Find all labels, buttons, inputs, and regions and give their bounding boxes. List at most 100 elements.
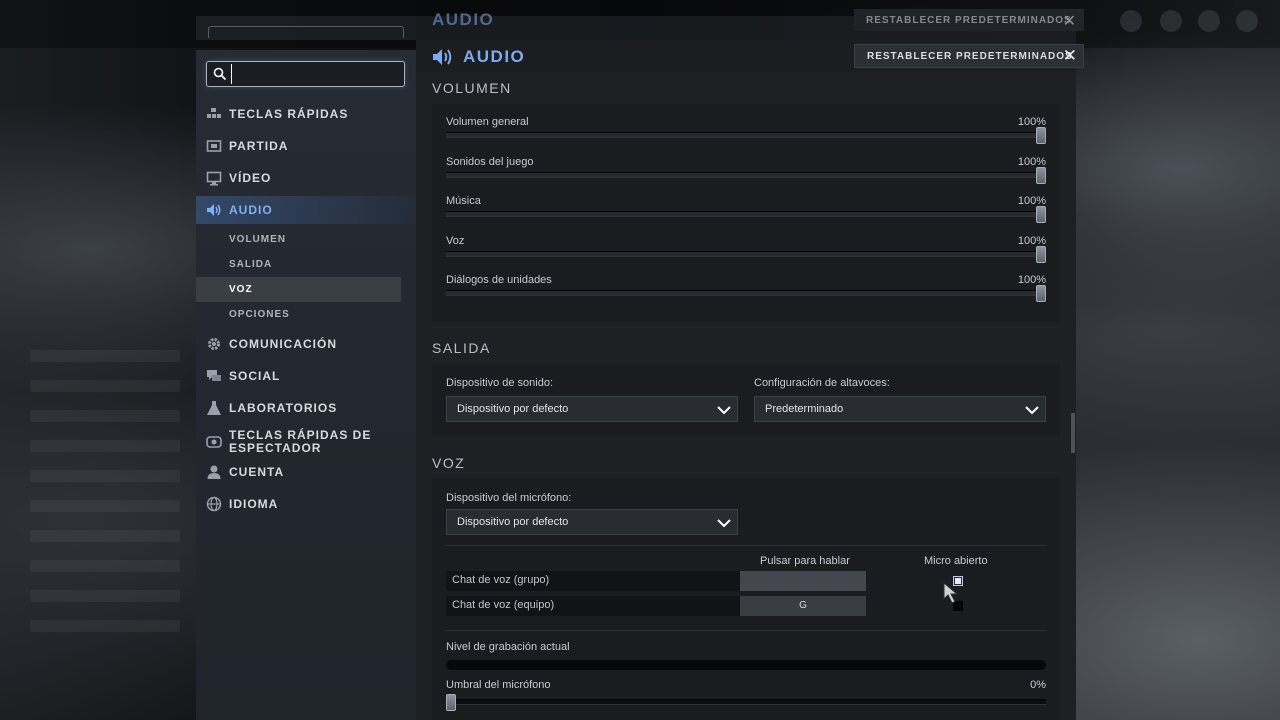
slider-thumb[interactable] bbox=[1036, 285, 1046, 302]
search-icon bbox=[213, 67, 227, 81]
user-icon bbox=[207, 465, 221, 479]
background-hero-icon bbox=[1236, 10, 1258, 32]
volume-slider[interactable] bbox=[446, 245, 1046, 263]
gear-icon bbox=[208, 338, 220, 350]
sidebar-item-spectator-hotkeys[interactable]: TECLAS RÁPIDAS DE ESPECTADOR bbox=[196, 426, 416, 458]
volume-slider[interactable] bbox=[446, 127, 1046, 144]
sidebar-item-hotkeys[interactable]: TECLAS RÁPIDAS bbox=[196, 100, 416, 128]
mic-device-dropdown[interactable]: Dispositivo por defecto bbox=[446, 509, 738, 535]
speaker-icon bbox=[207, 204, 221, 216]
background-hero-icon bbox=[1160, 10, 1182, 32]
background-list-row bbox=[30, 470, 180, 482]
background-list-row bbox=[30, 350, 180, 362]
search-input[interactable] bbox=[231, 64, 399, 84]
sound-device-value: Dispositivo por defecto bbox=[457, 403, 569, 415]
sidebar-subitem-label: VOZ bbox=[229, 284, 253, 295]
flask-icon bbox=[207, 401, 221, 415]
sidebar-subitem-label: VOLUMEN bbox=[229, 234, 286, 245]
section-title-voice: VOZ bbox=[432, 455, 466, 471]
chevron-down-icon bbox=[1025, 406, 1039, 415]
background-list-row bbox=[30, 530, 180, 542]
mouse-cursor-icon bbox=[943, 582, 959, 604]
slider-fill bbox=[446, 133, 1046, 137]
globe-icon bbox=[206, 496, 222, 512]
background-hero-icon bbox=[1198, 10, 1220, 32]
voice-chat-team-label: Chat de voz (equipo) bbox=[452, 599, 555, 611]
voice-chat-team-row: Chat de voz (equipo) bbox=[446, 596, 740, 616]
mic-threshold-slider[interactable] bbox=[446, 694, 1046, 711]
speaker-config-label: Configuración de altavoces: bbox=[754, 377, 890, 389]
ghost-search bbox=[208, 26, 404, 38]
divider bbox=[446, 630, 1046, 631]
settings-sidebar: TECLAS RÁPIDAS PARTIDA VÍDEO AUDIO VOLUM… bbox=[196, 50, 416, 720]
slider-fill bbox=[446, 172, 1046, 177]
volume-slider[interactable] bbox=[446, 206, 1046, 223]
volume-slider-label: Volumen general bbox=[446, 116, 529, 128]
close-icon[interactable]: ✕ bbox=[1063, 46, 1077, 66]
slider-thumb[interactable] bbox=[1036, 166, 1046, 184]
sidebar-item-label: LABORATORIOS bbox=[229, 400, 338, 415]
sidebar-subitem-volume[interactable]: VOLUMEN bbox=[196, 227, 401, 252]
voice-chat-party-row: Chat de voz (grupo) bbox=[446, 571, 740, 591]
sidebar-subitem-output[interactable]: SALIDA bbox=[196, 252, 401, 277]
reset-defaults-button[interactable]: RESTABLECER PREDETERMINADOS ✕ bbox=[854, 44, 1084, 68]
speaker-config-value: Predeterminado bbox=[765, 403, 844, 415]
sidebar-item-video[interactable]: VÍDEO bbox=[196, 164, 416, 192]
ghost-header: AUDIO RESTABLECER PREDETERMINADOS ✕ bbox=[196, 0, 1084, 40]
volume-slider-label: Sonidos del juego bbox=[446, 155, 534, 168]
ghost-reset: RESTABLECER PREDETERMINADOS ✕ bbox=[854, 9, 1084, 31]
section-title-volume: VOLUMEN bbox=[432, 80, 512, 96]
background-list-row bbox=[30, 410, 180, 422]
sidebar-item-labs[interactable]: LABORATORIOS bbox=[196, 394, 416, 422]
volume-slider-label: Voz bbox=[446, 234, 465, 247]
sidebar-item-communication[interactable]: COMUNICACIÓN bbox=[196, 330, 416, 358]
sidebar-item-social[interactable]: SOCIAL bbox=[196, 362, 416, 390]
background-list-row bbox=[30, 560, 180, 572]
sidebar-item-label: COMUNICACIÓN bbox=[229, 336, 337, 351]
hotkeys-icon bbox=[207, 108, 221, 118]
sidebar-item-audio[interactable]: AUDIO bbox=[196, 196, 416, 224]
sidebar-item-label: CUENTA bbox=[229, 464, 285, 479]
background-list-row bbox=[30, 500, 180, 512]
sound-device-dropdown[interactable]: Dispositivo por defecto bbox=[446, 396, 738, 422]
sidebar-subitem-options[interactable]: OPCIONES bbox=[196, 302, 401, 327]
voice-chat-party-label: Chat de voz (grupo) bbox=[452, 574, 550, 586]
sidebar-item-label: VÍDEO bbox=[229, 170, 272, 185]
sidebar-subitem-voice[interactable]: VOZ bbox=[196, 277, 401, 302]
volume-section: Volumen general 100% Sonidos del juego 100%… bbox=[432, 104, 1060, 322]
volume-slider[interactable] bbox=[446, 166, 1046, 184]
game-icon bbox=[206, 140, 222, 152]
record-level-label: Nivel de grabación actual bbox=[446, 641, 570, 653]
slider-fill bbox=[446, 291, 1046, 295]
slider-thumb[interactable] bbox=[1036, 206, 1046, 223]
sidebar-item-language[interactable]: IDIOMA bbox=[196, 490, 416, 518]
sidebar-item-account[interactable]: CUENTA bbox=[196, 458, 416, 486]
background-list-row bbox=[30, 590, 180, 602]
sidebar-item-label: TECLAS RÁPIDAS bbox=[229, 106, 349, 121]
search-box[interactable] bbox=[206, 61, 405, 87]
audio-settings-panel: AUDIO RESTABLECER PREDETERMINADOS ✕ VOLU… bbox=[416, 40, 1084, 720]
slider-thumb[interactable] bbox=[1036, 245, 1046, 263]
mic-device-value: Dispositivo por defecto bbox=[457, 516, 569, 528]
volume-slider[interactable] bbox=[446, 285, 1046, 302]
background-list-row bbox=[30, 620, 180, 632]
open-mic-header: Micro abierto bbox=[924, 555, 988, 567]
speaker-config-dropdown[interactable]: Predeterminado bbox=[754, 396, 1046, 422]
volume-slider-label: Música bbox=[446, 195, 481, 207]
sidebar-item-game[interactable]: PARTIDA bbox=[196, 132, 416, 160]
background-list-row bbox=[30, 440, 180, 452]
record-level-meter bbox=[446, 660, 1046, 670]
voice-chat-team-key[interactable]: G bbox=[740, 596, 866, 616]
mic-threshold-value: 0% bbox=[1030, 679, 1046, 691]
panel-scrollbar[interactable] bbox=[1071, 413, 1075, 453]
background-list-row bbox=[30, 380, 180, 392]
volume-slider-label: Diálogos de unidades bbox=[446, 274, 552, 286]
divider bbox=[446, 545, 1046, 546]
speaker-icon bbox=[433, 49, 452, 65]
voice-section: Dispositivo del micrófono: Dispositivo p… bbox=[432, 478, 1060, 720]
sidebar-item-label: IDIOMA bbox=[229, 496, 279, 511]
slider-thumb[interactable] bbox=[1036, 127, 1046, 144]
slider-thumb[interactable] bbox=[446, 694, 456, 711]
sidebar-subitem-label: OPCIONES bbox=[229, 309, 290, 320]
voice-chat-party-key[interactable] bbox=[740, 571, 866, 591]
